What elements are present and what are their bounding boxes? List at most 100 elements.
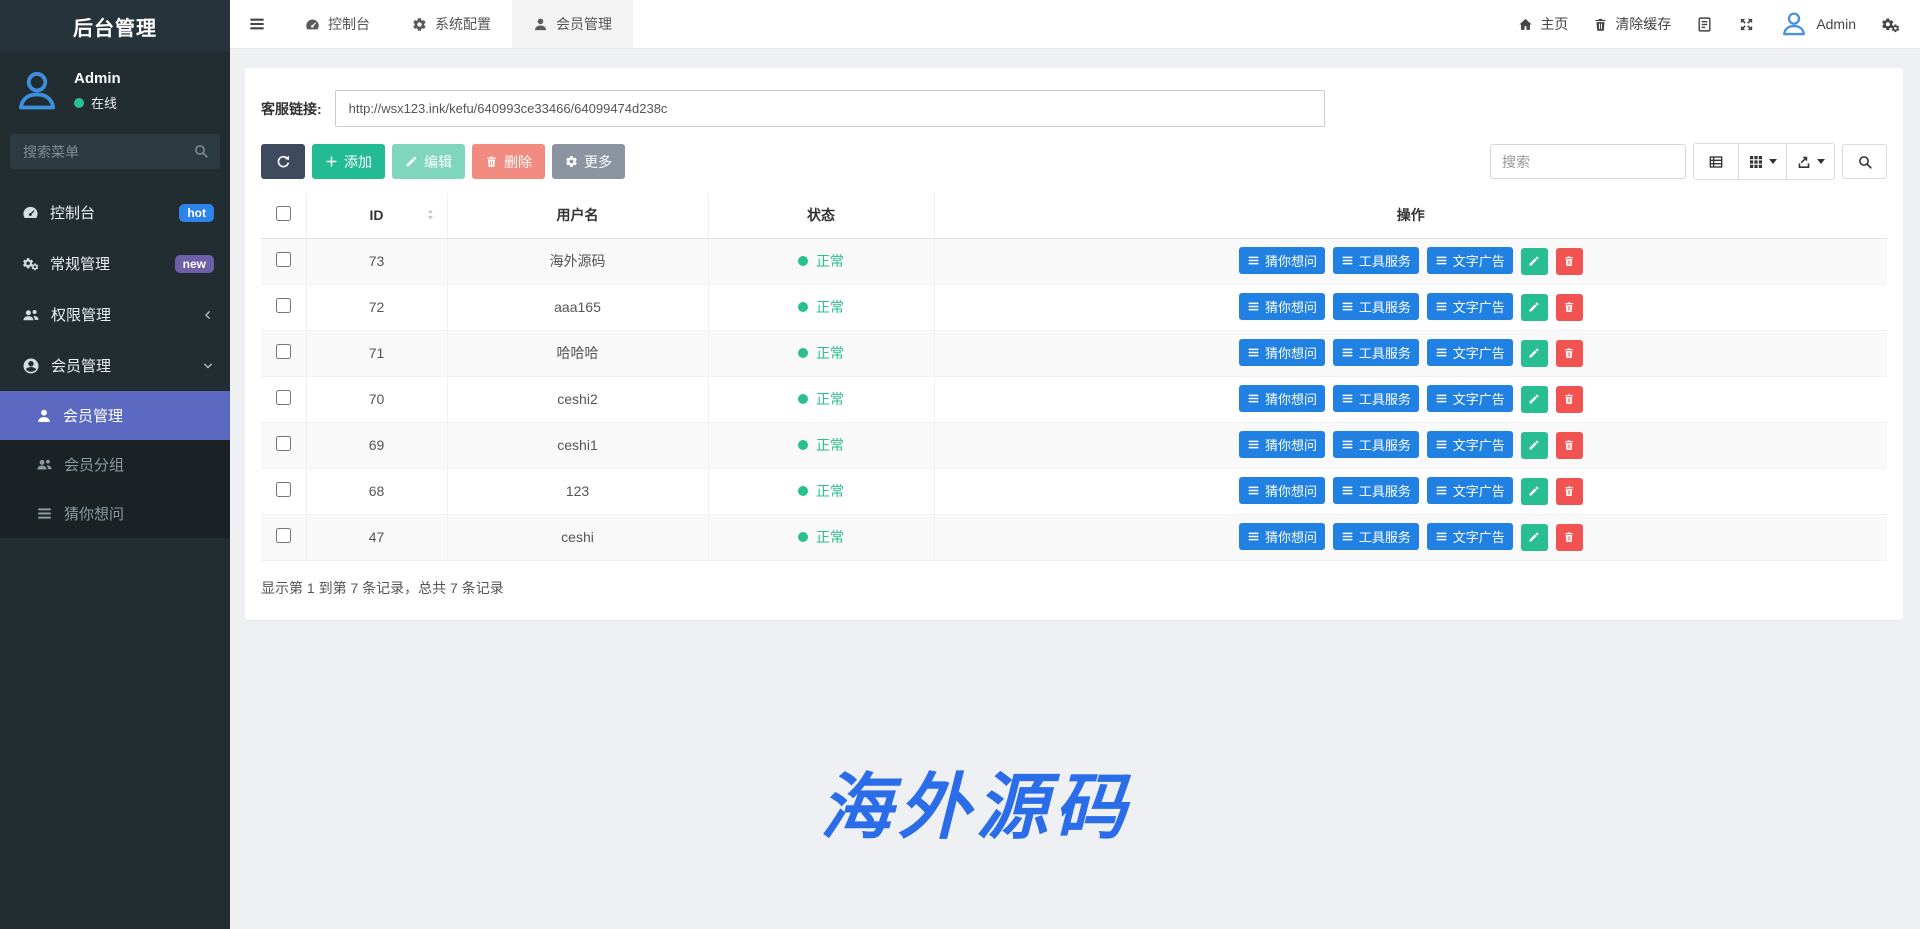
sidebar-toggle-button[interactable]: [230, 0, 284, 48]
row-delete-button[interactable]: [1556, 478, 1583, 505]
text-ad-button[interactable]: 文字广告: [1427, 385, 1513, 412]
row-edit-button[interactable]: [1521, 340, 1548, 367]
sidebar-subitem-member-groups[interactable]: 会员分组: [0, 440, 230, 489]
row-checkbox[interactable]: [276, 390, 291, 405]
sidebar-item-permissions[interactable]: 权限管理: [0, 289, 230, 340]
refresh-button[interactable]: [261, 144, 305, 179]
tool-service-button[interactable]: 工具服务: [1333, 339, 1419, 366]
row-checkbox[interactable]: [276, 436, 291, 451]
tab-system-config[interactable]: 系统配置: [391, 0, 512, 48]
row-edit-button[interactable]: [1521, 478, 1548, 505]
more-label: 更多: [584, 152, 612, 172]
tab-label: 控制台: [328, 14, 370, 34]
text-ad-button[interactable]: 文字广告: [1427, 477, 1513, 504]
text-ad-button[interactable]: 文字广告: [1427, 339, 1513, 366]
gears-icon: [22, 255, 39, 272]
row-delete-button[interactable]: [1556, 386, 1583, 413]
tab-label: 系统配置: [435, 14, 491, 34]
user-panel: Admin 在线: [0, 52, 230, 124]
sidebar-item-dashboard[interactable]: 控制台 hot: [0, 187, 230, 238]
fullscreen-button[interactable]: [1738, 16, 1755, 33]
document-button[interactable]: [1696, 16, 1713, 33]
guess-ask-button[interactable]: 猜你想问: [1239, 339, 1325, 366]
home-link[interactable]: 主页: [1518, 14, 1568, 34]
tool-service-button[interactable]: 工具服务: [1333, 523, 1419, 550]
cell-id: 73: [306, 238, 447, 284]
sort-icon[interactable]: [424, 208, 437, 221]
tool-service-button[interactable]: 工具服务: [1333, 385, 1419, 412]
text-ad-button[interactable]: 文字广告: [1427, 431, 1513, 458]
list-icon: [1247, 392, 1260, 405]
tool-service-button[interactable]: 工具服务: [1333, 247, 1419, 274]
row-delete-button[interactable]: [1556, 294, 1583, 321]
row-edit-button[interactable]: [1521, 248, 1548, 275]
row-delete-button[interactable]: [1556, 524, 1583, 551]
guess-ask-button[interactable]: 猜你想问: [1239, 523, 1325, 550]
menu-search-input[interactable]: [10, 134, 220, 169]
row-checkbox[interactable]: [276, 344, 291, 359]
sidebar-item-label: 会员管理: [51, 355, 111, 376]
service-link-row: 客服链接:: [261, 90, 1887, 127]
status-label: 正常: [816, 251, 844, 271]
row-edit-button[interactable]: [1521, 294, 1548, 321]
column-header-action: 操作: [934, 193, 1887, 238]
edit-button[interactable]: 编辑: [392, 144, 465, 179]
clear-cache-link[interactable]: 清除缓存: [1593, 14, 1671, 34]
row-checkbox[interactable]: [276, 252, 291, 267]
row-checkbox[interactable]: [276, 482, 291, 497]
status-badge: 正常: [798, 481, 844, 501]
user-menu[interactable]: Admin: [1780, 10, 1856, 38]
guess-ask-button[interactable]: 猜你想问: [1239, 431, 1325, 458]
table-search-button[interactable]: [1842, 144, 1887, 179]
tool-service-button[interactable]: 工具服务: [1333, 293, 1419, 320]
columns-button[interactable]: [1739, 144, 1787, 179]
more-button[interactable]: 更多: [552, 144, 625, 179]
sidebar-item-general[interactable]: 常规管理 new: [0, 238, 230, 289]
status-badge: 正常: [798, 527, 844, 547]
caret-down-icon: [1817, 159, 1825, 164]
list-icon: [1247, 484, 1260, 497]
table-row: 47 ceshi 正常 猜你想问 工具服务 文字广告: [261, 514, 1887, 560]
text-ad-button[interactable]: 文字广告: [1427, 523, 1513, 550]
service-link-input[interactable]: [335, 90, 1325, 127]
list-icon: [36, 505, 53, 522]
guess-ask-button[interactable]: 猜你想问: [1239, 385, 1325, 412]
sidebar-subitem-label: 会员分组: [64, 454, 124, 475]
guess-ask-button[interactable]: 猜你想问: [1239, 247, 1325, 274]
text-ad-button[interactable]: 文字广告: [1427, 293, 1513, 320]
row-checkbox[interactable]: [276, 528, 291, 543]
text-ad-button[interactable]: 文字广告: [1427, 247, 1513, 274]
delete-button[interactable]: 删除: [472, 144, 545, 179]
dashboard-icon: [22, 204, 39, 221]
row-delete-button[interactable]: [1556, 248, 1583, 275]
cell-id: 72: [306, 284, 447, 330]
online-dot-icon: [74, 98, 84, 108]
row-checkbox[interactable]: [276, 298, 291, 313]
table-search-input[interactable]: [1490, 144, 1686, 179]
tab-dashboard[interactable]: 控制台: [284, 0, 391, 48]
guess-ask-button[interactable]: 猜你想问: [1239, 477, 1325, 504]
sidebar-subitem-member-manage[interactable]: 会员管理: [0, 391, 230, 440]
tool-service-button[interactable]: 工具服务: [1333, 431, 1419, 458]
column-header-id[interactable]: ID: [306, 193, 447, 238]
action-label: 猜你想问: [1265, 343, 1317, 362]
cell-actions: 猜你想问 工具服务 文字广告: [934, 284, 1887, 330]
tab-member-manage[interactable]: 会员管理: [512, 0, 633, 48]
export-button[interactable]: [1787, 144, 1834, 179]
settings-button[interactable]: [1881, 15, 1900, 34]
sidebar-item-members[interactable]: 会员管理: [0, 340, 230, 391]
guess-ask-button[interactable]: 猜你想问: [1239, 293, 1325, 320]
member-table-card: 客服链接: 添加 编辑 删除: [245, 68, 1903, 620]
sidebar-subitem-label: 猜你想问: [64, 503, 124, 524]
row-delete-button[interactable]: [1556, 340, 1583, 367]
select-all-checkbox[interactable]: [276, 206, 291, 221]
row-delete-button[interactable]: [1556, 432, 1583, 459]
row-edit-button[interactable]: [1521, 524, 1548, 551]
sidebar-subitem-guess-ask[interactable]: 猜你想问: [0, 489, 230, 538]
list-icon: [1341, 300, 1354, 313]
tool-service-button[interactable]: 工具服务: [1333, 477, 1419, 504]
row-edit-button[interactable]: [1521, 386, 1548, 413]
row-edit-button[interactable]: [1521, 432, 1548, 459]
add-button[interactable]: 添加: [312, 144, 385, 179]
toggle-view-button[interactable]: [1694, 144, 1739, 179]
